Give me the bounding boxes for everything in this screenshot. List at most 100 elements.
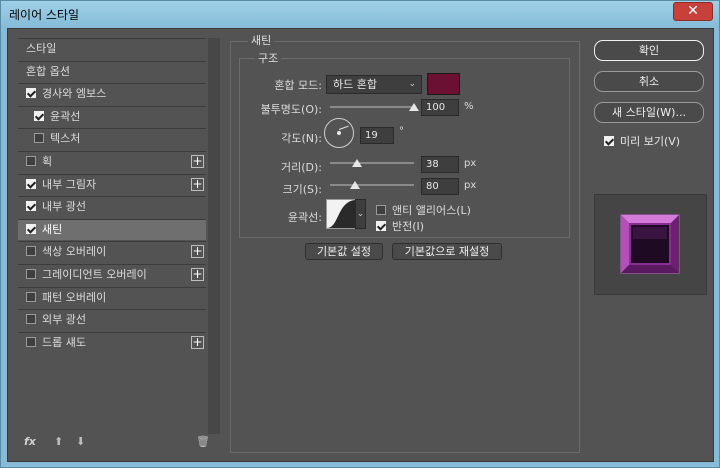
style-checkbox[interactable] [26,88,36,99]
move-down-icon[interactable]: ⬇ [76,435,85,448]
opacity-input[interactable]: 100 [421,99,459,116]
style-checkbox[interactable] [26,178,36,189]
distance-slider-track[interactable] [330,162,414,164]
preview-checkbox[interactable] [604,136,614,146]
antialias-checkbox[interactable] [376,205,386,215]
opacity-label: 불투명도(O): [260,103,322,116]
satin-color-swatch[interactable] [427,73,460,95]
move-up-icon[interactable]: ⬆ [54,435,63,448]
style-list-item[interactable]: 패턴 오버레이 [18,286,206,308]
style-list-item[interactable]: 색상 오버레이 + [18,241,206,262]
size-input[interactable]: 80 [421,178,459,195]
distance-slider-thumb[interactable] [351,159,362,167]
blend-mode-select[interactable]: 하드 혼합 ⌄ [326,75,422,94]
angle-unit: ° [399,126,404,137]
fx-icon[interactable]: fx [24,435,36,448]
angle-dial[interactable] [324,118,354,148]
contour-preview[interactable] [326,199,356,229]
make-default-button[interactable]: 기본값 설정 [305,243,383,260]
add-effect-icon[interactable]: + [191,177,204,191]
style-list-item-label: 외부 광선 [42,313,86,327]
layer-style-window: 레이어 스타일 ✕ 스타일 혼합 옵션 경사와 엠보스 윤곽선 텍스처 획 + 내부 그림자 +… [0,0,720,468]
style-list-item-label: 경사와 엠보스 [42,87,107,101]
title-bar[interactable]: 레이어 스타일 ✕ [1,1,719,27]
angle-dial-needle [339,125,349,130]
style-checkbox[interactable] [34,133,44,144]
style-list-item[interactable]: 드롭 섀도 + [18,331,206,353]
style-list-item-label: 윤곽선 [50,109,81,123]
style-checkbox[interactable] [26,246,36,257]
distance-unit: px [464,158,477,169]
style-checkbox[interactable] [26,156,36,166]
style-list-item-label: 새틴 [42,222,63,236]
new-style-button[interactable]: 새 스타일(W)... [594,102,704,123]
size-unit: px [464,180,477,191]
preview-thumbnail-icon [620,214,680,274]
style-list-item[interactable]: 내부 광선 [18,196,206,217]
antialias-row[interactable]: 앤티 앨리어스(L) [376,202,471,217]
style-list-item-label: 내부 광선 [42,200,86,214]
style-checkbox[interactable] [26,291,36,302]
satin-group-title: 새틴 [248,32,275,48]
preview-row[interactable]: 미리 보기(V) [604,133,681,148]
trash-icon[interactable]: 🗑 [196,435,210,448]
style-list-item[interactable]: 그레이디언트 오버레이 + [18,264,206,285]
preview-label: 미리 보기(V) [620,135,681,148]
invert-checkbox[interactable] [376,221,386,231]
style-list-scrollbar[interactable] [208,38,220,434]
distance-label: 거리(D): [281,161,322,174]
style-checkbox[interactable] [34,110,44,121]
style-list: 스타일 혼합 옵션 경사와 엠보스 윤곽선 텍스처 획 + 내부 그림자 + 내부 광선 새틴 색상 … [18,38,206,434]
style-list-item[interactable]: 새틴 [18,218,206,240]
add-effect-icon[interactable]: + [191,245,204,259]
style-list-item[interactable]: 텍스처 [18,128,206,149]
opacity-slider-thumb[interactable] [409,103,419,111]
style-list-item[interactable]: 스타일 [18,38,206,59]
chevron-down-icon: ⌄ [356,209,365,219]
angle-label: 각도(N): [281,132,322,145]
style-list-item[interactable]: 윤곽선 [18,105,206,127]
style-list-item-label: 획 [42,155,53,168]
size-slider-thumb[interactable] [350,181,361,189]
antialias-label: 앤티 앨리어스(L) [392,204,471,217]
structure-group-title: 구조 [255,50,282,66]
contour-label: 윤곽선: [287,211,322,224]
style-list-toolbar: fx ⬆ ⬇ 🗑 [24,435,214,453]
contour-dropdown[interactable]: ⌄ [355,199,366,229]
style-list-item[interactable]: 획 + [18,151,206,172]
add-effect-icon[interactable]: + [191,335,204,349]
style-list-item-label: 색상 오버레이 [42,245,107,259]
size-label: 크기(S): [282,183,322,196]
window-title: 레이어 스타일 [9,8,80,22]
chevron-down-icon: ⌄ [408,79,416,89]
style-checkbox[interactable] [26,201,36,212]
style-list-item[interactable]: 내부 그림자 + [18,173,206,195]
style-checkbox[interactable] [26,223,36,234]
style-list-item-label: 스타일 [26,42,57,55]
close-button[interactable]: ✕ [673,2,713,21]
ok-button[interactable]: 확인 [594,40,704,61]
add-effect-icon[interactable]: + [191,155,204,168]
size-slider-track[interactable] [330,184,414,186]
opacity-slider-track[interactable] [330,106,414,108]
angle-input[interactable]: 19 [360,127,394,144]
angle-dial-center [337,131,341,135]
style-checkbox[interactable] [26,314,36,325]
style-list-item[interactable]: 혼합 옵션 [18,60,206,82]
cancel-button[interactable]: 취소 [594,71,704,92]
style-checkbox[interactable] [26,336,36,347]
opacity-unit: % [464,101,474,112]
invert-label: 반전(I) [392,220,425,233]
style-list-item[interactable]: 외부 광선 [18,309,206,330]
distance-input[interactable]: 38 [421,156,459,173]
style-preview [594,194,707,295]
style-checkbox[interactable] [26,269,36,279]
style-list-item-label: 혼합 옵션 [26,64,70,78]
style-list-item-label: 텍스처 [50,132,81,146]
invert-row[interactable]: 반전(I) [376,218,425,233]
add-effect-icon[interactable]: + [191,268,204,281]
style-list-item-label: 드롭 섀도 [42,335,86,349]
style-list-item[interactable]: 경사와 엠보스 [18,83,206,104]
blend-mode-label: 혼합 모드: [274,79,322,92]
reset-to-default-button[interactable]: 기본값으로 재설정 [392,243,502,260]
